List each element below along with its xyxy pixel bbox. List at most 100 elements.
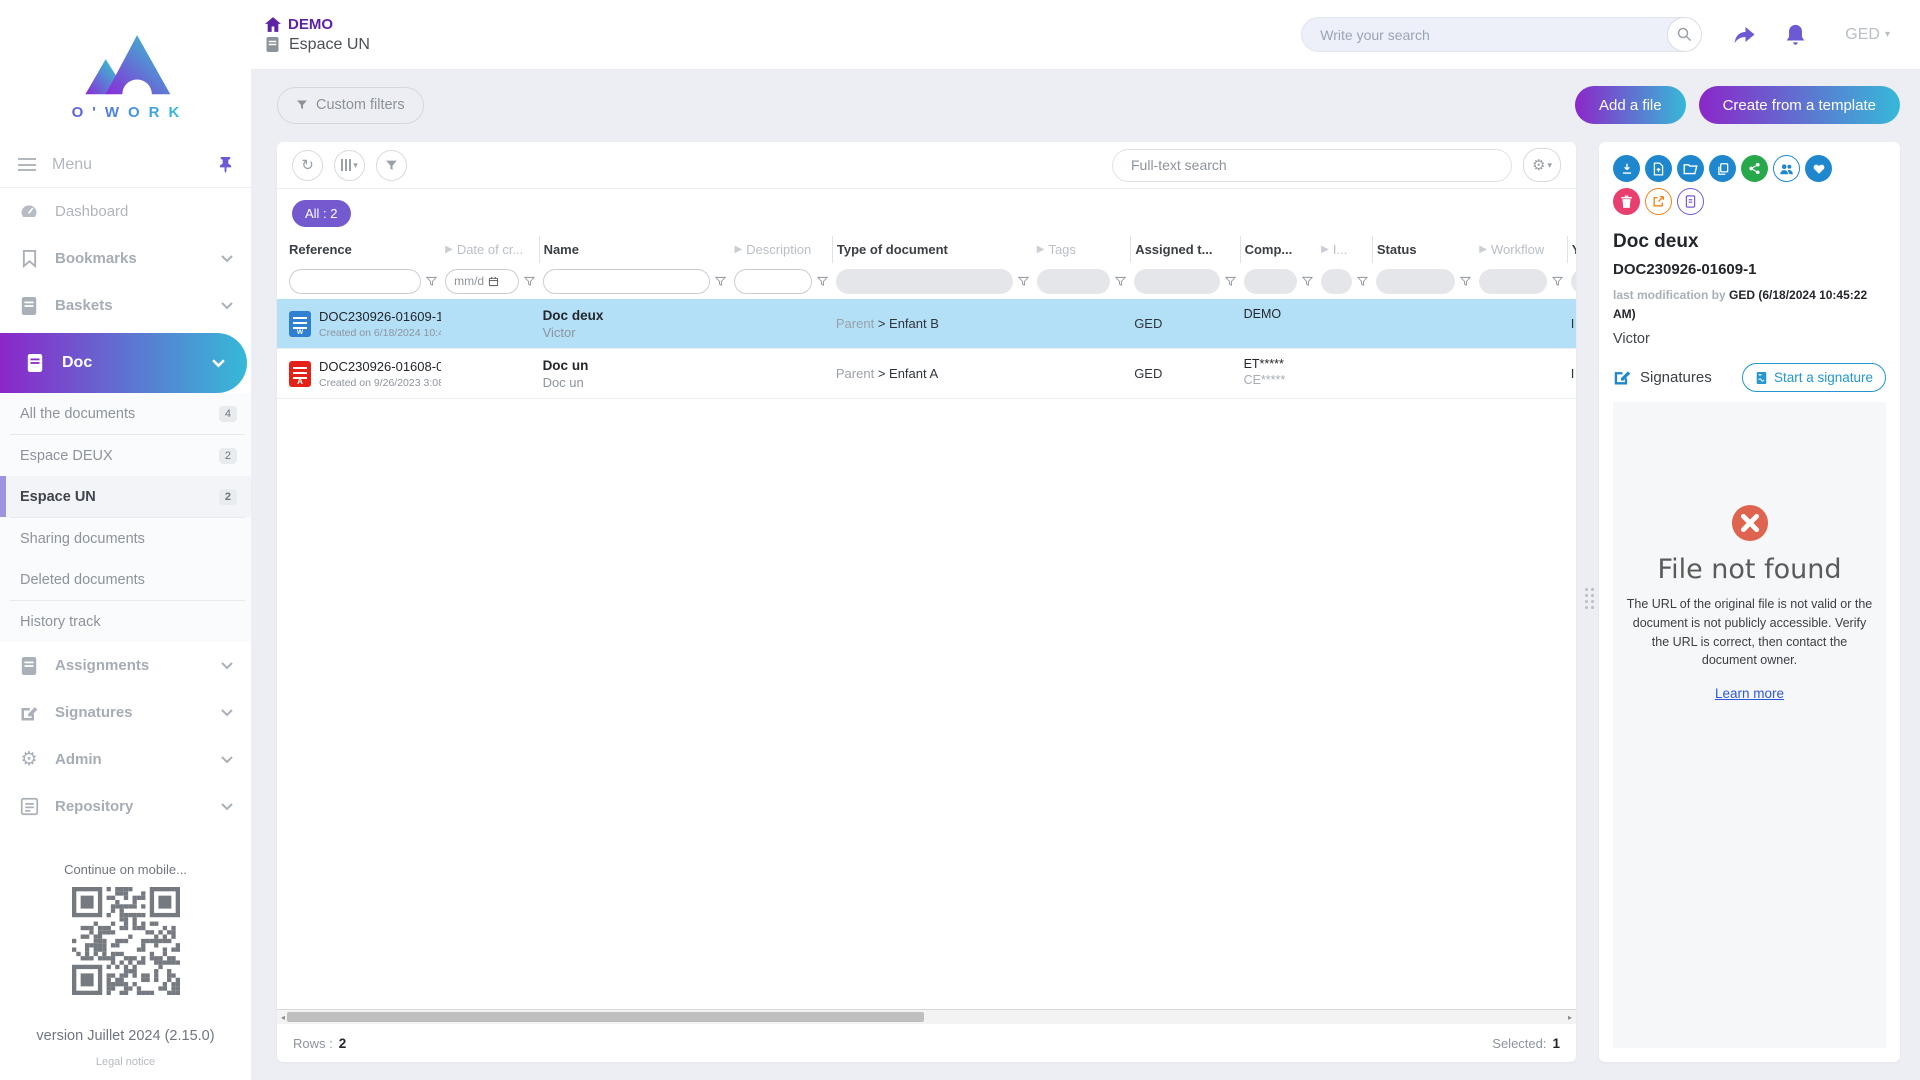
funnel-icon[interactable] (426, 276, 437, 287)
assign-users-button[interactable] (1773, 155, 1800, 182)
sidebar-item-repository[interactable]: Repository (0, 783, 251, 830)
legal-notice-link[interactable]: Legal notice (0, 1056, 251, 1068)
column-header-reference[interactable]: Reference (285, 236, 441, 263)
filter-button[interactable] (376, 150, 407, 181)
column-header-status[interactable]: Status (1372, 236, 1475, 263)
column-header-i[interactable]: ▶I... (1317, 236, 1372, 263)
scrollbar-thumb[interactable] (287, 1012, 924, 1022)
funnel-icon[interactable] (1115, 276, 1126, 287)
filter-i-select[interactable] (1321, 269, 1352, 294)
notifications-button[interactable] (1784, 23, 1807, 47)
open-folder-button[interactable] (1677, 155, 1704, 182)
sidebar-subitem-deleted-documents[interactable]: Deleted documents (0, 559, 251, 600)
user-menu[interactable]: GED ▾ (1845, 26, 1890, 44)
sidebar-item-doc[interactable]: Doc (0, 333, 247, 393)
filter-company-select[interactable] (1244, 269, 1298, 294)
horizontal-scrollbar[interactable]: ◂ ▸ (277, 1009, 1576, 1024)
tab-all[interactable]: All : 2 (292, 200, 351, 227)
filter-tags-select[interactable] (1037, 269, 1110, 294)
share-document-button[interactable] (1741, 155, 1768, 182)
grid-settings-button[interactable]: ⚙ ▾ (1523, 148, 1561, 182)
open-external-button[interactable] (1645, 188, 1672, 215)
pin-icon[interactable] (218, 156, 233, 173)
last-modification: last modification by GED (6/18/2024 10:4… (1613, 286, 1886, 323)
sidebar-subitem-espace-deux[interactable]: Espace DEUX 2 (0, 435, 251, 476)
forward-arrow-icon (1731, 23, 1758, 47)
funnel-icon[interactable] (817, 276, 828, 287)
sidebar-subitem-espace-un[interactable]: Espace UN 2 (0, 476, 251, 517)
gear-icon: ⚙ (18, 749, 40, 771)
filter-name-input[interactable] (543, 269, 711, 294)
sidebar-item-assignments[interactable]: Assignments (0, 642, 251, 689)
funnel-icon[interactable] (715, 276, 726, 287)
learn-more-link[interactable]: Learn more (1715, 686, 1784, 701)
add-file-button[interactable]: Add a file (1575, 86, 1686, 124)
share-button[interactable] (1731, 23, 1758, 47)
column-header-type-of-document[interactable]: Type of document (832, 236, 1033, 263)
file-upload-icon (1652, 162, 1665, 176)
filter-description-input[interactable] (734, 269, 811, 294)
brand-logo: O'WORK (0, 0, 251, 142)
download-button[interactable] (1613, 155, 1640, 182)
filter-assigned-select[interactable] (1134, 269, 1219, 294)
expander-icon[interactable]: ▶ (1321, 244, 1329, 255)
main-area: DEMO Espace UN (251, 0, 1920, 1080)
table-row[interactable]: w DOC230926-01609-1 Created on 6/18/2024… (277, 299, 1576, 349)
column-header-workflow[interactable]: ▶Workflow (1475, 236, 1567, 263)
sidebar-item-baskets[interactable]: Baskets (0, 282, 251, 329)
document-note-button[interactable] (1677, 188, 1704, 215)
filter-workflow-select[interactable] (1479, 269, 1547, 294)
breadcrumb-home[interactable]: DEMO (265, 16, 370, 33)
column-header-date-of-creation[interactable]: ▶Date of cr... (441, 236, 538, 263)
funnel-icon[interactable] (1552, 276, 1563, 287)
sidebar-item-signatures[interactable]: Signatures (0, 689, 251, 736)
column-header-company[interactable]: Comp... (1240, 236, 1318, 263)
column-header-name[interactable]: Name (539, 236, 731, 263)
grid-footer: Rows : 2 Selected: 1 (277, 1024, 1576, 1062)
favorite-button[interactable] (1805, 155, 1832, 182)
funnel-icon[interactable] (1018, 276, 1029, 287)
columns-button[interactable]: ▾ (334, 150, 365, 181)
sidebar-item-bookmarks[interactable]: Bookmarks (0, 235, 251, 282)
expander-icon[interactable]: ▶ (1037, 244, 1045, 255)
column-header-assigned-to[interactable]: Assigned t... (1130, 236, 1239, 263)
filter-reference-input[interactable] (289, 269, 421, 294)
filter-date-input[interactable]: mm/d (445, 269, 518, 294)
search-submit-button[interactable] (1667, 17, 1702, 52)
global-search-input[interactable] (1301, 17, 1701, 52)
sidebar-item-dashboard[interactable]: Dashboard (0, 188, 251, 235)
funnel-icon[interactable] (524, 276, 535, 287)
sidebar-subitem-history-track[interactable]: History track (0, 601, 251, 642)
table-row[interactable]: A DOC230926-01608-0 Created on 9/26/2023… (277, 349, 1576, 399)
rows-count: 2 (339, 1036, 347, 1051)
sidebar-subitem-all-documents[interactable]: All the documents 4 (0, 393, 251, 434)
expander-icon[interactable]: ▶ (445, 244, 453, 255)
refresh-button[interactable]: ↻ (292, 150, 323, 181)
filter-y-select[interactable] (1571, 269, 1576, 294)
funnel-icon[interactable] (1302, 276, 1313, 287)
filter-type-select[interactable] (836, 269, 1013, 294)
fulltext-search-input[interactable] (1112, 149, 1512, 182)
expander-icon[interactable]: ▶ (734, 244, 742, 255)
expander-icon[interactable]: ▶ (1479, 244, 1487, 255)
column-header-y[interactable]: Y... (1567, 236, 1576, 263)
funnel-icon[interactable] (1225, 276, 1236, 287)
folder-open-icon (1683, 162, 1698, 175)
add-version-button[interactable] (1645, 155, 1672, 182)
column-header-tags[interactable]: ▶Tags (1033, 236, 1130, 263)
funnel-icon[interactable] (1460, 276, 1471, 287)
filter-status-select[interactable] (1376, 269, 1455, 294)
funnel-icon[interactable] (1357, 276, 1368, 287)
custom-filters-button[interactable]: Custom filters (277, 87, 424, 124)
menu-toggle[interactable]: Menu (0, 142, 251, 188)
sidebar-subitem-sharing-documents[interactable]: Sharing documents (0, 518, 251, 559)
delete-button[interactable] (1613, 188, 1640, 215)
create-from-template-button[interactable]: Create from a template (1699, 86, 1900, 124)
panel-resize-handle[interactable] (1585, 588, 1594, 609)
copy-button[interactable] (1709, 155, 1736, 182)
scroll-right-arrow[interactable]: ▸ (1564, 1013, 1576, 1022)
doc-type-child: > Enfant B (878, 316, 939, 331)
column-header-description[interactable]: ▶Description (730, 236, 831, 263)
sidebar-item-admin[interactable]: ⚙ Admin (0, 736, 251, 783)
start-signature-button[interactable]: Start a signature (1742, 363, 1886, 392)
